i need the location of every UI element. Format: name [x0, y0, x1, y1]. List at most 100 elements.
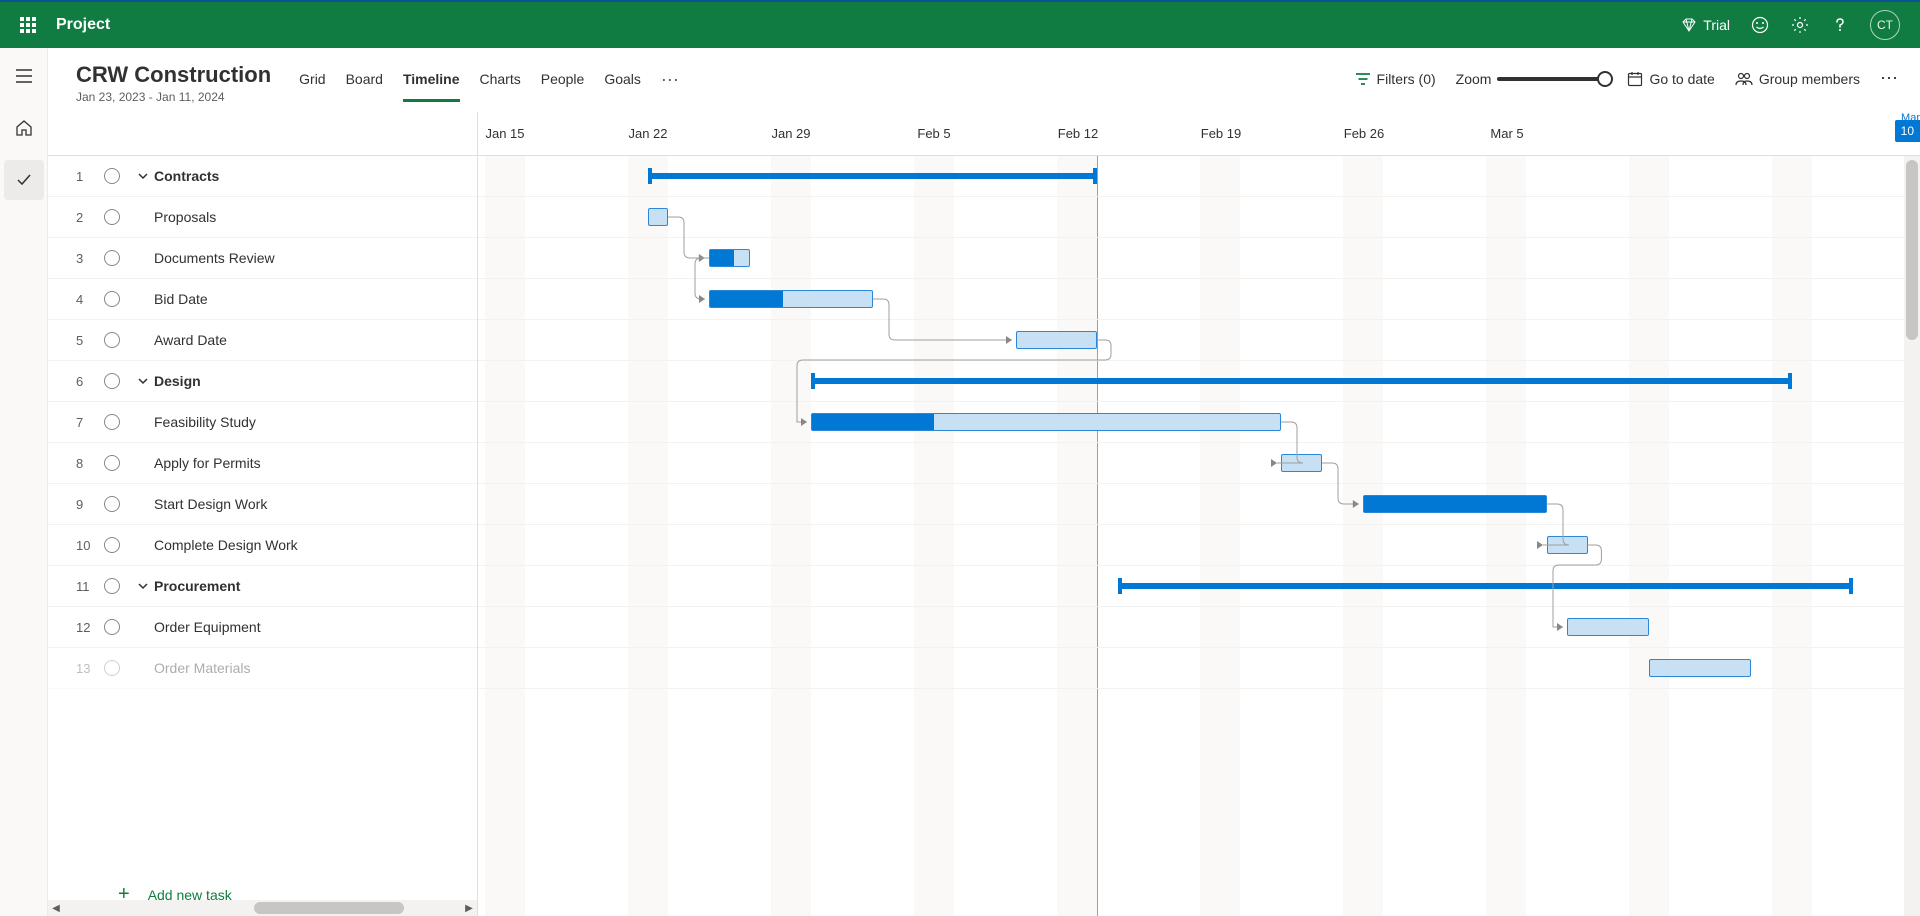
- task-row[interactable]: 5Award Date: [48, 320, 477, 361]
- complete-toggle[interactable]: [104, 209, 120, 225]
- axis-tick: Jan 22: [628, 126, 667, 141]
- complete-toggle[interactable]: [104, 332, 120, 348]
- row-number: 11: [76, 579, 104, 594]
- row-number: 10: [76, 538, 104, 553]
- summary-bar[interactable]: [1118, 583, 1853, 589]
- app-launcher[interactable]: [8, 5, 48, 45]
- feedback-icon[interactable]: [1750, 15, 1770, 35]
- row-number: 12: [76, 620, 104, 635]
- task-row[interactable]: 12 Order Equipment: [48, 607, 477, 648]
- filter-icon: [1355, 72, 1371, 86]
- tab-board[interactable]: Board: [346, 71, 383, 102]
- task-name: Procurement: [154, 578, 240, 594]
- date-axis: Mar 10 Jan 1 2023Jan 8Jan 15Jan 22Jan 29…: [478, 112, 1920, 156]
- complete-toggle[interactable]: [104, 660, 120, 676]
- tab-people[interactable]: People: [541, 71, 585, 102]
- tab-charts[interactable]: Charts: [480, 71, 521, 102]
- complete-toggle[interactable]: [104, 250, 120, 266]
- menu-toggle[interactable]: [4, 56, 44, 96]
- today-badge[interactable]: 10: [1895, 120, 1920, 142]
- complete-toggle[interactable]: [104, 619, 120, 635]
- home-button[interactable]: [4, 108, 44, 148]
- complete-toggle[interactable]: [104, 168, 120, 184]
- complete-toggle[interactable]: [104, 414, 120, 430]
- axis-tick: Feb 12: [1058, 126, 1098, 141]
- dependency-link: [799, 336, 1109, 426]
- task-name: Apply for Permits: [154, 455, 261, 471]
- chevron-down-icon[interactable]: [136, 376, 150, 386]
- progress-fill: [1364, 496, 1546, 512]
- view-tabs: Grid Board Timeline Charts People Goals ⋯: [299, 70, 681, 103]
- main-area: CRW Construction Jan 23, 2023 - Jan 11, …: [48, 48, 1920, 916]
- group-members-button[interactable]: Group members: [1735, 71, 1860, 87]
- row-number: 3: [76, 251, 104, 266]
- tab-timeline[interactable]: Timeline: [403, 71, 460, 102]
- go-to-date-button[interactable]: Go to date: [1627, 71, 1714, 87]
- complete-toggle[interactable]: [104, 455, 120, 471]
- task-row[interactable]: 10 Complete Design Work: [48, 525, 477, 566]
- home-icon: [15, 119, 33, 137]
- summary-bar[interactable]: [648, 173, 1097, 179]
- scroll-left-icon[interactable]: ◀: [48, 900, 64, 916]
- gantt-row: [478, 525, 1920, 566]
- calendar-icon: [1627, 71, 1643, 87]
- more-options[interactable]: ⋯: [1880, 68, 1900, 89]
- axis-tick: Jan 15: [485, 126, 524, 141]
- gantt-row: [478, 443, 1920, 484]
- task-row[interactable]: 2Proposals: [48, 197, 477, 238]
- user-avatar[interactable]: CT: [1870, 10, 1900, 40]
- task-row[interactable]: 7Feasibility Study: [48, 402, 477, 443]
- tab-grid[interactable]: Grid: [299, 71, 325, 102]
- complete-toggle[interactable]: [104, 537, 120, 553]
- tasklist-hscroll[interactable]: ◀ ▶: [48, 900, 477, 916]
- content-area: 1 Contracts 2Proposals 3 Documents Review 4Bi…: [48, 112, 1920, 916]
- complete-toggle[interactable]: [104, 578, 120, 594]
- trial-badge[interactable]: Trial: [1681, 17, 1730, 33]
- task-name: Documents Review: [154, 250, 275, 266]
- gantt-body[interactable]: [478, 156, 1920, 916]
- task-row[interactable]: 3 Documents Review: [48, 238, 477, 279]
- zoom-slider[interactable]: [1497, 77, 1607, 81]
- help-icon[interactable]: [1830, 15, 1850, 35]
- row-number: 5: [76, 333, 104, 348]
- task-row[interactable]: 8 Apply for Permits: [48, 443, 477, 484]
- project-title: CRW Construction: [76, 62, 271, 88]
- complete-toggle[interactable]: [104, 291, 120, 307]
- task-bar[interactable]: [1363, 495, 1547, 513]
- hamburger-icon: [16, 69, 32, 83]
- task-row[interactable]: 11 Procurement: [48, 566, 477, 607]
- gantt-vscroll[interactable]: [1904, 156, 1920, 916]
- task-row[interactable]: 9 Start Design Work: [48, 484, 477, 525]
- app-name: Project: [56, 16, 110, 34]
- task-bar[interactable]: [709, 290, 872, 308]
- complete-toggle[interactable]: [104, 496, 120, 512]
- task-name: Contracts: [154, 168, 219, 184]
- filters-button[interactable]: Filters (0): [1355, 71, 1436, 87]
- tab-goals[interactable]: Goals: [604, 71, 641, 102]
- row-number: 1: [76, 169, 104, 184]
- row-number: 9: [76, 497, 104, 512]
- tabs-overflow[interactable]: ⋯: [661, 70, 681, 103]
- chevron-down-icon[interactable]: [136, 581, 150, 591]
- chevron-down-icon[interactable]: [136, 171, 150, 181]
- task-row[interactable]: 1 Contracts: [48, 156, 477, 197]
- task-name: Start Design Work: [154, 496, 267, 512]
- complete-toggle[interactable]: [104, 373, 120, 389]
- task-row[interactable]: 13Order Materials: [48, 648, 477, 689]
- row-number: 8: [76, 456, 104, 471]
- scroll-right-icon[interactable]: ▶: [461, 900, 477, 916]
- settings-icon[interactable]: [1790, 15, 1810, 35]
- task-row[interactable]: 6Design: [48, 361, 477, 402]
- task-row[interactable]: 4Bid Date: [48, 279, 477, 320]
- gantt-row: [478, 607, 1920, 648]
- task-name: Order Equipment: [154, 619, 261, 635]
- task-name: Complete Design Work: [154, 537, 298, 553]
- row-number: 13: [76, 661, 104, 676]
- dependency-link: [1269, 418, 1293, 467]
- task-bar[interactable]: [1649, 659, 1751, 677]
- task-name: Design: [154, 373, 201, 389]
- tasks-button[interactable]: [4, 160, 44, 200]
- left-rail: [0, 48, 48, 916]
- task-name: Proposals: [154, 209, 216, 225]
- task-name: Bid Date: [154, 291, 208, 307]
